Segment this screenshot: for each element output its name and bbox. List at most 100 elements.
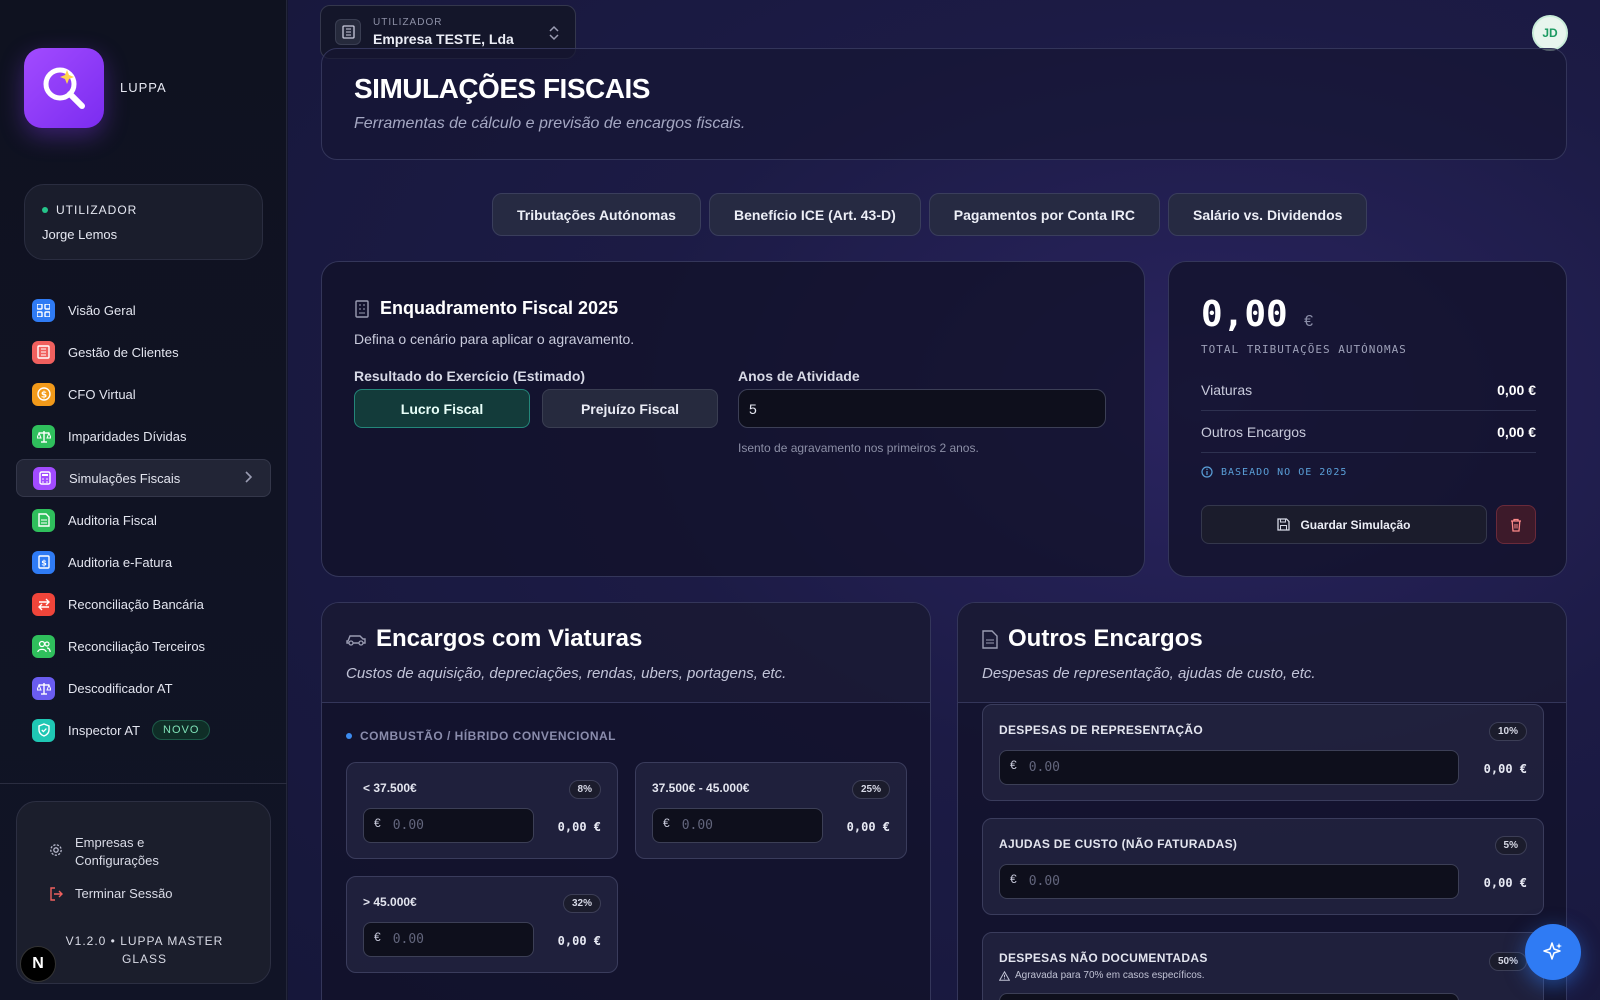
tier-name: > 45.000€ bbox=[363, 895, 417, 909]
totals-card: 0,00 € TOTAL TRIBUTAÇÕES AUTÓNOMAS Viatu… bbox=[1168, 261, 1567, 577]
currency-symbol: € bbox=[1010, 758, 1017, 772]
save-simulation-label: Guardar Simulação bbox=[1300, 517, 1411, 532]
sidebar-item-visao-geral[interactable]: Visão Geral bbox=[16, 291, 271, 329]
sidebar-item-descodificador-at[interactable]: Descodificador AT bbox=[16, 669, 271, 707]
expense-name: DESPESAS NÃO DOCUMENTADAS bbox=[999, 951, 1208, 965]
tier-amount-input[interactable]: € 0.00 bbox=[652, 808, 823, 843]
currency-symbol: € bbox=[374, 816, 381, 830]
sidebar-item-simulacoes-fiscais[interactable]: Simulações Fiscais bbox=[16, 459, 271, 497]
sidebar-item-reconciliacao-terceiros[interactable]: Reconciliação Terceiros bbox=[16, 627, 271, 665]
lucro-fiscal-button[interactable]: Lucro Fiscal bbox=[354, 389, 530, 428]
rate-badge: 32% bbox=[562, 894, 601, 913]
sidebar-nav: Visão Geral Gestão de Clientes $ CFO Vir… bbox=[16, 291, 271, 753]
car-icon bbox=[346, 635, 366, 646]
calculator-icon bbox=[33, 466, 56, 490]
rate-badge: 10% bbox=[1488, 722, 1527, 741]
tier-name: 37.500€ - 45.000€ bbox=[652, 781, 750, 795]
other-charges-header: Outros Encargos Despesas de representaçã… bbox=[958, 603, 1566, 703]
vehicle-charges-subtitle: Custos de aquisição, depreciações, renda… bbox=[346, 665, 787, 682]
fuel-category-text: COMBUSTÃO / HÍBRIDO CONVENCIONAL bbox=[360, 729, 616, 743]
sidebar-item-auditoria-fiscal[interactable]: Auditoria Fiscal bbox=[16, 501, 271, 539]
online-status-dot bbox=[42, 207, 48, 213]
expense-item-card: DESPESAS NÃO DOCUMENTADAS 50% Agravada p… bbox=[982, 932, 1544, 1000]
currency-symbol: € bbox=[374, 930, 381, 944]
app-logo[interactable] bbox=[24, 48, 104, 128]
tier-tax-amount: 0,00 € bbox=[557, 934, 601, 948]
info-icon bbox=[1201, 466, 1213, 478]
svg-text:$: $ bbox=[41, 559, 47, 568]
sidebar-item-cfo-virtual[interactable]: $ CFO Virtual bbox=[16, 375, 271, 413]
vehicle-tier-card: 37.500€ - 45.000€ 25% € 0.00 0,00 € bbox=[635, 762, 907, 859]
scale-icon bbox=[32, 676, 55, 700]
expense-amount-input[interactable]: € 0.00 bbox=[999, 864, 1459, 899]
sidebar-item-auditoria-efatura[interactable]: $ Auditoria e-Fatura bbox=[16, 543, 271, 581]
settings-label-line2: Configurações bbox=[75, 853, 159, 868]
brand-name: LUPPA bbox=[120, 80, 167, 95]
sidebar-item-label: Auditoria e-Fatura bbox=[68, 554, 173, 570]
other-charges-subtitle: Despesas de representação, ajudas de cus… bbox=[982, 665, 1316, 682]
sidebar-item-label: Reconciliação Terceiros bbox=[68, 638, 206, 654]
sidebar-item-label: CFO Virtual bbox=[68, 386, 136, 402]
delete-simulation-button[interactable] bbox=[1496, 505, 1536, 544]
settings-link[interactable]: Empresas e Configurações bbox=[49, 834, 159, 870]
chevron-up-down-icon bbox=[549, 25, 559, 41]
tab-tributacoes-autonomas[interactable]: Tributações Autónomas bbox=[492, 193, 701, 236]
input-placeholder: 0.00 bbox=[1028, 760, 1060, 775]
sidebar-item-reconciliacao-bancaria[interactable]: Reconciliação Bancária bbox=[16, 585, 271, 623]
total-label: TOTAL TRIBUTAÇÕES AUTÓNOMAS bbox=[1201, 343, 1407, 356]
expense-warning: Agravada para 70% em casos específicos. bbox=[999, 970, 1205, 981]
expense-tax-amount: 0,00 € bbox=[1483, 762, 1527, 776]
avatar[interactable]: JD bbox=[1532, 15, 1568, 51]
expense-item-card: DESPESAS DE REPRESENTAÇÃO 10% € 0.00 0,0… bbox=[982, 704, 1544, 801]
magnifier-logo-icon bbox=[43, 67, 85, 109]
years-hint: Isento de agravamento nos primeiros 2 an… bbox=[738, 441, 979, 455]
fiscal-framework-title: Enquadramento Fiscal 2025 bbox=[380, 298, 619, 318]
user-role: UTILIZADOR bbox=[56, 203, 138, 217]
save-simulation-button[interactable]: Guardar Simulação bbox=[1201, 505, 1487, 544]
rate-badge: 25% bbox=[851, 780, 890, 799]
sidebar-item-label: Imparidades Dívidas bbox=[68, 428, 187, 444]
new-badge: NOVO bbox=[152, 720, 211, 740]
currency-symbol: € bbox=[1010, 872, 1017, 886]
expense-name: AJUDAS DE CUSTO (NÃO FATURADAS) bbox=[999, 837, 1238, 851]
scale-icon bbox=[32, 424, 55, 448]
currency-symbol: € bbox=[663, 816, 670, 830]
logout-link[interactable]: Terminar Sessão bbox=[49, 885, 173, 903]
prejuizo-fiscal-button[interactable]: Prejuízo Fiscal bbox=[542, 389, 718, 428]
company-selector-value: Empresa TESTE, Lda bbox=[373, 31, 514, 47]
chevron-right-icon bbox=[245, 471, 252, 483]
expense-tax-amount: 0,00 € bbox=[1483, 876, 1527, 890]
sparkles-icon bbox=[1543, 942, 1562, 960]
sidebar-item-gestao-clientes[interactable]: Gestão de Clientes bbox=[16, 333, 271, 371]
expense-amount-input[interactable] bbox=[999, 993, 1459, 1000]
page-header: SIMULAÇÕES FISCAIS Ferramentas de cálcul… bbox=[321, 48, 1567, 160]
total-value-row: 0,00 € bbox=[1201, 294, 1534, 335]
input-placeholder: 0.00 bbox=[392, 932, 424, 947]
user-role-row: UTILIZADOR bbox=[42, 203, 245, 217]
rate-badge: 8% bbox=[568, 780, 601, 799]
logout-icon bbox=[50, 887, 63, 901]
vehicle-tier-card: < 37.500€ 8% € 0.00 0,00 € bbox=[346, 762, 618, 859]
fiscal-framework-subtitle: Defina o cenário para aplicar o agravame… bbox=[354, 331, 635, 347]
years-input[interactable]: 5 bbox=[738, 389, 1106, 428]
vehicle-tier-card: > 45.000€ 32% € 0.00 0,00 € bbox=[346, 876, 618, 973]
tier-amount-input[interactable]: € 0.00 bbox=[363, 808, 534, 843]
tab-pagamentos-conta-irc[interactable]: Pagamentos por Conta IRC bbox=[928, 193, 1161, 236]
user-card: UTILIZADOR Jorge Lemos bbox=[24, 184, 263, 260]
expense-name: DESPESAS DE REPRESENTAÇÃO bbox=[999, 723, 1203, 737]
tab-beneficio-ice[interactable]: Benefício ICE (Art. 43-D) bbox=[708, 193, 921, 236]
shield-icon bbox=[32, 718, 55, 742]
sidebar-item-label: Reconciliação Bancária bbox=[68, 596, 204, 612]
dev-tools-badge[interactable]: N bbox=[20, 946, 56, 982]
tab-salario-dividendos[interactable]: Salário vs. Dividendos bbox=[1168, 193, 1368, 236]
tier-amount-input[interactable]: € 0.00 bbox=[363, 922, 534, 957]
other-charges-title: Outros Encargos bbox=[1008, 625, 1203, 652]
sidebar-item-label: Descodificador AT bbox=[68, 680, 173, 696]
user-name: Jorge Lemos bbox=[42, 227, 118, 242]
sidebar-item-inspector-at[interactable]: Inspector AT NOVO bbox=[16, 711, 271, 749]
settings-label-line1: Empresas e bbox=[75, 835, 145, 850]
dollar-circle-icon: $ bbox=[32, 382, 55, 406]
ai-assistant-button[interactable] bbox=[1525, 924, 1581, 980]
sidebar-item-imparidades[interactable]: Imparidades Dívidas bbox=[16, 417, 271, 455]
expense-amount-input[interactable]: € 0.00 bbox=[999, 750, 1459, 785]
